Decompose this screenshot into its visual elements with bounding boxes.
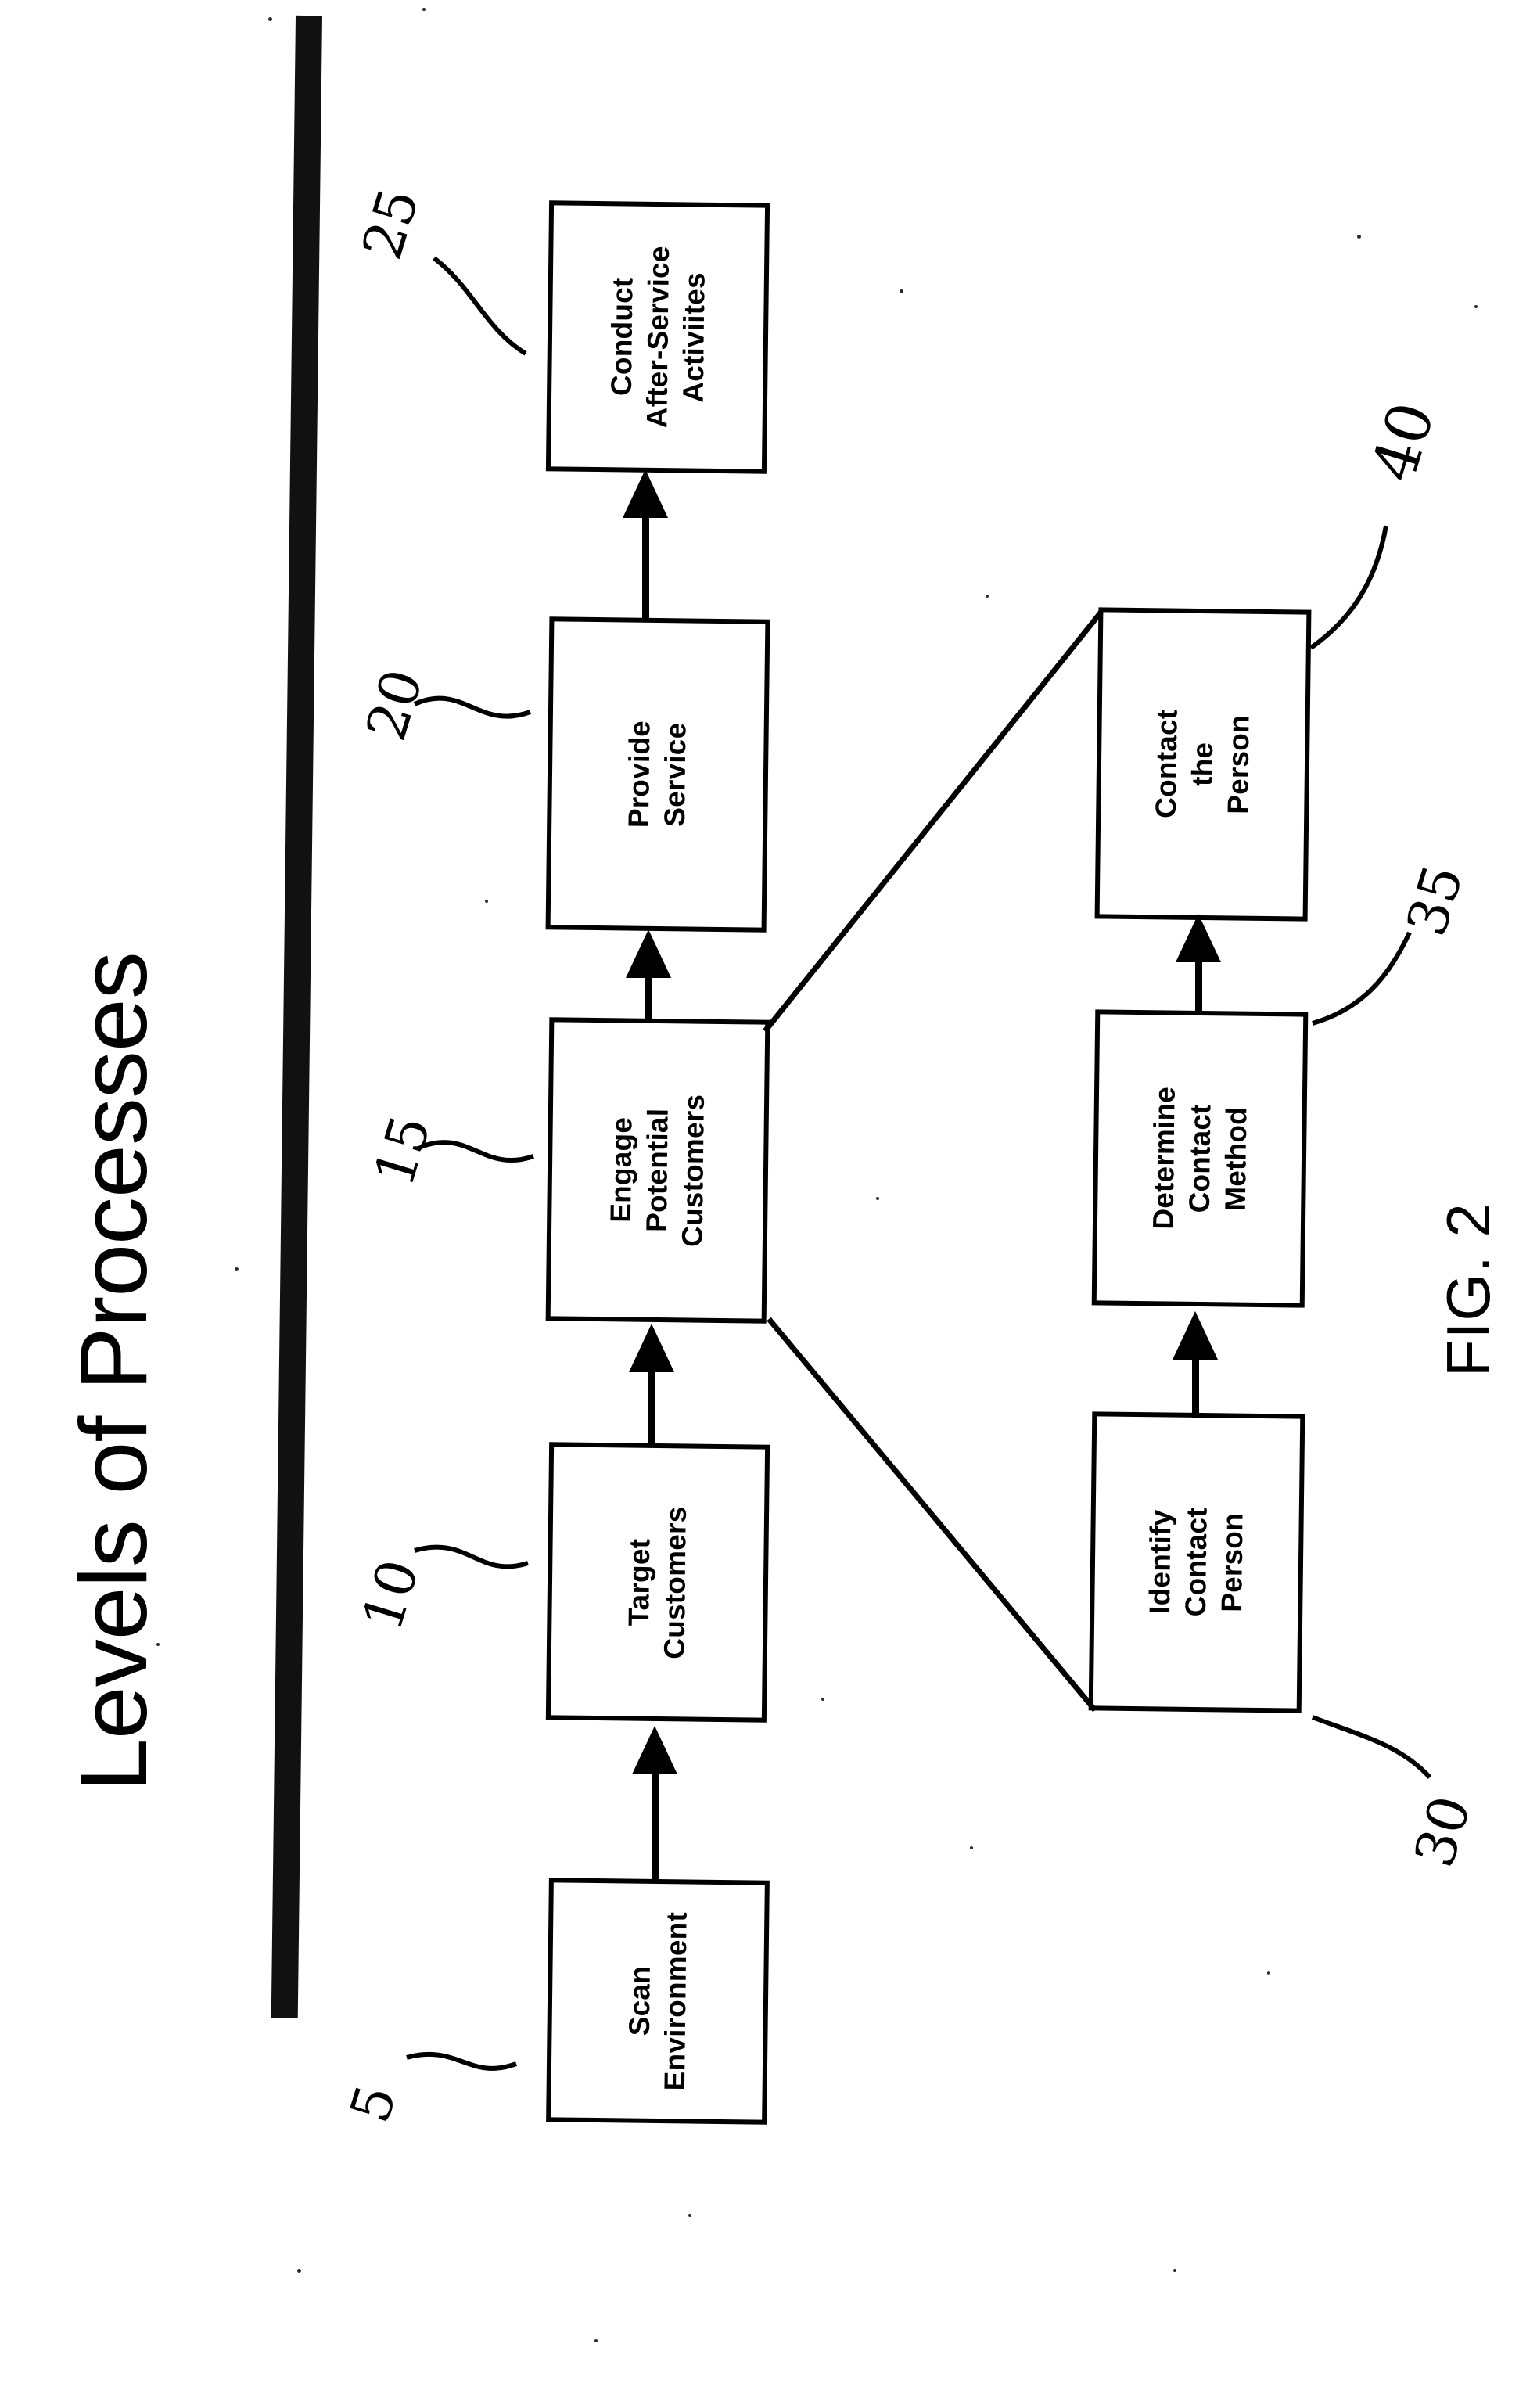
process-label-conduct-after-service: Conduct After-Service Activiites (605, 246, 710, 429)
process-box-scan-environment[interactable]: Scan Environment (546, 1878, 770, 2125)
process-label-scan-environment: Scan Environment (623, 1911, 693, 2091)
arrow-shaft-target-to-engage (648, 1371, 655, 1447)
scan-speckle (156, 1643, 160, 1646)
reference-numeral-20: 20 (354, 662, 436, 748)
arrow-head-engage-to-provide (626, 929, 671, 978)
scan-speckle (900, 289, 903, 293)
arrow-head-identify-to-determine (1173, 1311, 1218, 1360)
scan-speckle (821, 1698, 824, 1701)
scan-speckle (876, 1197, 879, 1200)
leader-line-5 (406, 2051, 518, 2071)
process-label-identify-contact-person: Identify Contact Person (1144, 1508, 1249, 1617)
reference-numeral-5: 5 (337, 2077, 409, 2130)
scan-speckle (970, 1846, 973, 1849)
leader-line-25 (433, 256, 527, 356)
scan-speckle (1474, 305, 1478, 308)
process-label-provide-service: Provide Service (623, 720, 692, 828)
process-box-contact-the-person[interactable]: Contact the Person (1094, 607, 1312, 922)
scan-speckle (422, 8, 426, 11)
scan-speckle (688, 2214, 691, 2217)
process-label-engage-potential-customers: Engage Potential Customers (605, 1094, 711, 1248)
reference-numeral-35: 35 (1394, 857, 1476, 943)
process-box-conduct-after-service[interactable]: Conduct After-Service Activiites (545, 200, 770, 474)
leader-line-35 (1312, 931, 1412, 1026)
scan-speckle (117, 1017, 120, 1020)
process-label-target-customers: Target Customers (623, 1505, 693, 1659)
arrow-head-provide-to-conduct (623, 469, 668, 518)
arrow-shaft-provide-to-conduct (642, 516, 649, 621)
patent-figure-page: Levels of Processes Conduct After-Servic… (0, 0, 1537, 2408)
leader-line-15 (419, 1140, 534, 1163)
leader-line-30 (1311, 1715, 1432, 1780)
arrow-head-scan-to-target (632, 1726, 677, 1774)
process-box-provide-service[interactable]: Provide Service (545, 616, 770, 933)
process-box-target-customers[interactable]: Target Customers (545, 1442, 770, 1723)
arrow-head-target-to-engage (629, 1324, 674, 1372)
reference-numeral-40: 40 (1359, 394, 1449, 490)
scan-speckle (1173, 2269, 1176, 2272)
process-box-determine-contact-method[interactable]: Determine Contact Method (1091, 1009, 1309, 1308)
scan-speckle (297, 2269, 301, 2273)
arrow-shaft-scan-to-target (652, 1772, 659, 1881)
process-box-engage-potential-customers[interactable]: Engage Potential Customers (545, 1017, 770, 1324)
reference-numeral-30: 30 (1402, 1788, 1484, 1874)
leader-line-40 (1309, 525, 1388, 650)
scan-speckle (1267, 1971, 1270, 1975)
process-box-identify-contact-person[interactable]: Identify Contact Person (1088, 1411, 1305, 1713)
arrow-shaft-engage-to-provide (645, 976, 652, 1022)
arrow-head-determine-to-contact (1176, 914, 1221, 962)
leader-line-20 (413, 695, 532, 719)
reference-numeral-25: 25 (350, 181, 432, 267)
scan-speckle (1357, 235, 1361, 239)
process-label-determine-contact-method: Determine Contact Method (1147, 1086, 1252, 1231)
decomposition-lines (763, 609, 1104, 1713)
process-label-contact-the-person: Contact the Person (1150, 709, 1255, 819)
figure-label: FIG. 2 (1434, 1202, 1503, 1377)
scan-speckle (485, 900, 488, 903)
scan-speckle (594, 2339, 598, 2342)
reference-numeral-15: 15 (361, 1108, 444, 1194)
reference-numeral-10: 10 (350, 1552, 432, 1638)
scan-speckle (235, 1267, 239, 1271)
page-title: Levels of Processes (60, 952, 167, 1792)
leader-line-10 (414, 1544, 529, 1569)
levels-of-processes-axis-bar (271, 15, 322, 2019)
scan-speckle (268, 17, 272, 21)
scan-speckle (986, 595, 989, 598)
arrow-shaft-determine-to-contact (1195, 961, 1202, 1014)
arrow-shaft-identify-to-determine (1192, 1358, 1199, 1418)
